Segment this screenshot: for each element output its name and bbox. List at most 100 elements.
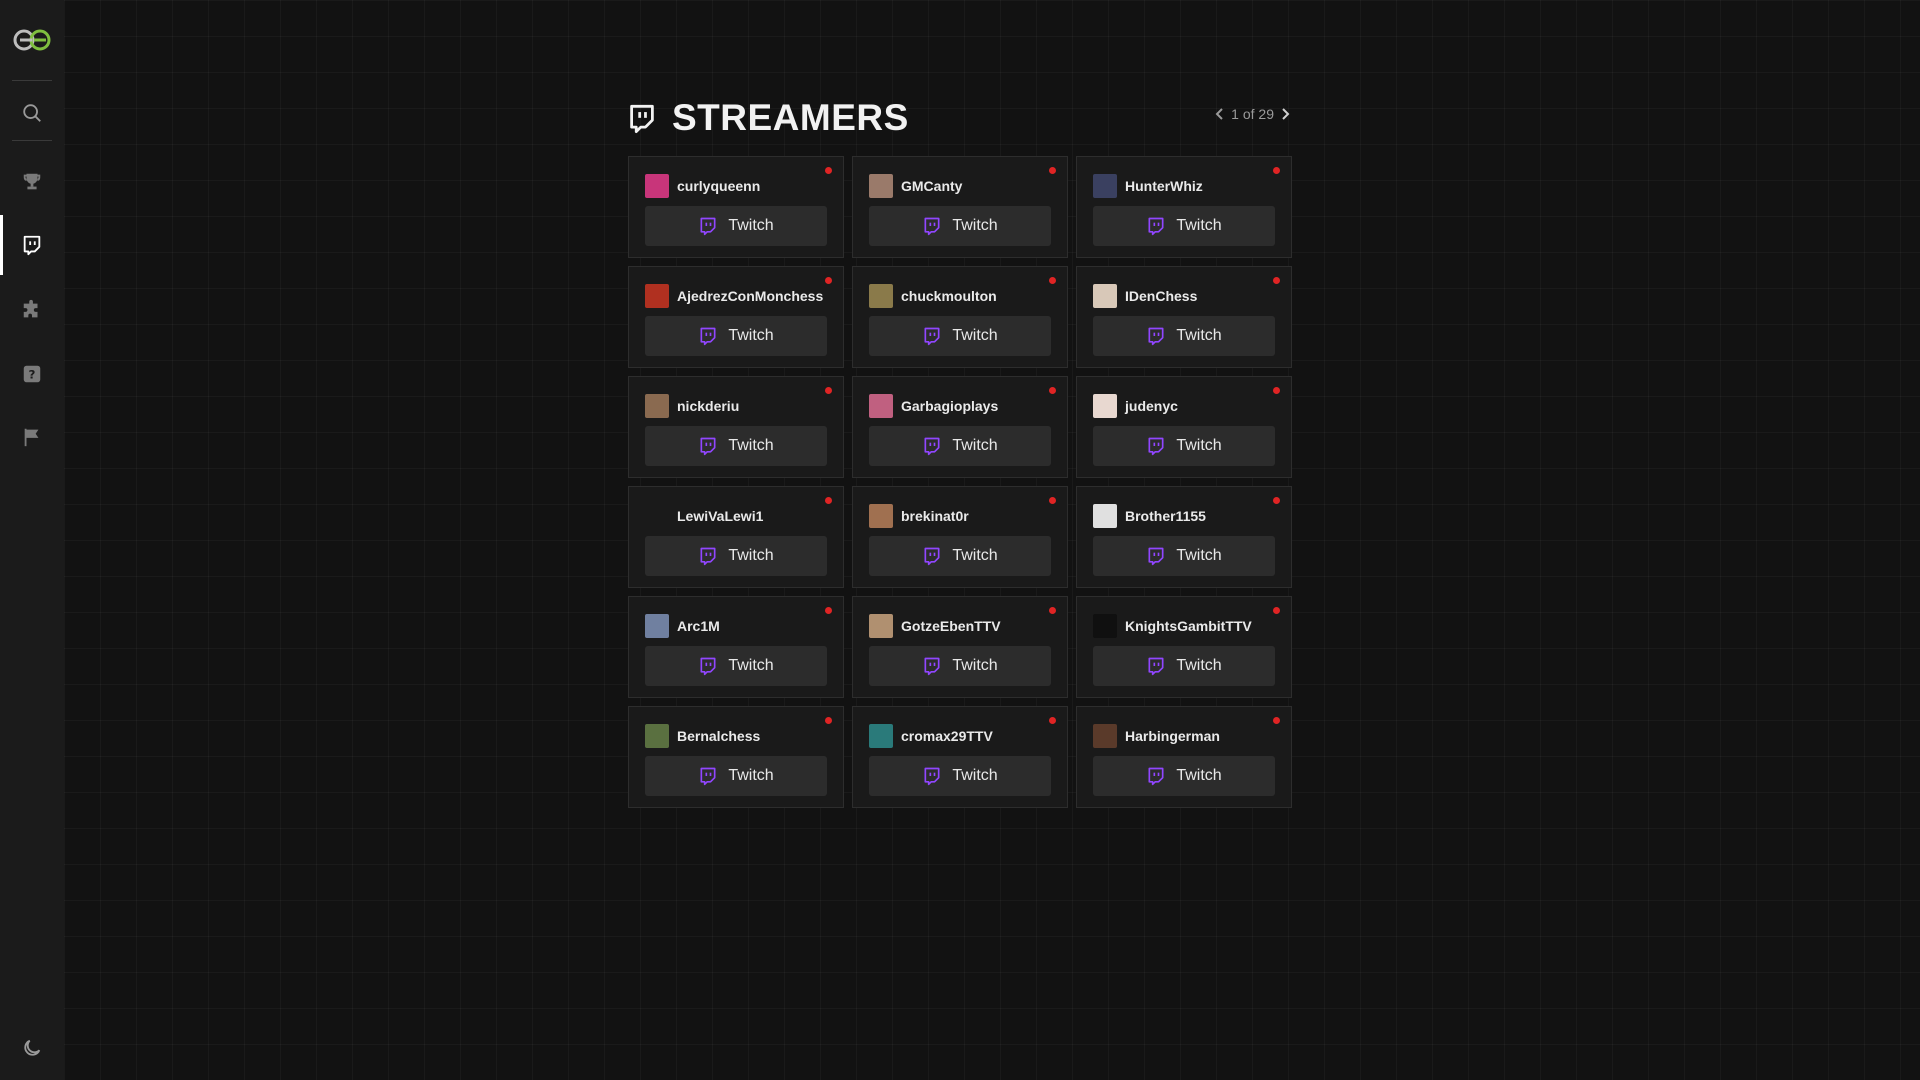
live-indicator (1049, 607, 1056, 614)
theme-toggle[interactable] (0, 1024, 64, 1072)
streamer-card: judenyc Twitch (1076, 376, 1292, 478)
twitch-button[interactable]: Twitch (1093, 756, 1275, 796)
pagination: 1 of 29 (1213, 106, 1292, 122)
streamer-link[interactable]: chuckmoulton (869, 284, 997, 308)
logo-icon[interactable] (12, 25, 52, 55)
twitch-icon (924, 437, 940, 456)
streamer-link[interactable]: Bernalchess (645, 724, 760, 748)
sidebar-item-puzzles[interactable] (0, 286, 64, 334)
twitch-button-label: Twitch (952, 437, 998, 454)
twitch-icon (700, 217, 716, 236)
live-indicator (1273, 717, 1280, 724)
sidebar-item-report[interactable] (0, 413, 64, 461)
sidebar-item-search[interactable] (0, 89, 64, 137)
chevron-left-icon[interactable] (1213, 107, 1227, 121)
avatar (1093, 724, 1117, 748)
twitch-button[interactable]: Twitch (869, 316, 1051, 356)
streamer-name: curlyqueenn (677, 178, 761, 194)
avatar (645, 174, 669, 198)
live-indicator (825, 167, 832, 174)
live-indicator (1273, 167, 1280, 174)
avatar (1093, 394, 1117, 418)
twitch-button[interactable]: Twitch (1093, 426, 1275, 466)
streamer-link[interactable]: KnightsGambitTTV (1093, 614, 1252, 638)
streamer-name: Brother1155 (1125, 508, 1206, 524)
avatar (645, 504, 669, 528)
twitch-button-label: Twitch (1176, 437, 1222, 454)
twitch-button[interactable]: Twitch (1093, 206, 1275, 246)
twitch-icon (924, 217, 940, 236)
twitch-icon (924, 657, 940, 676)
streamer-card: cromax29TTV Twitch (852, 706, 1068, 808)
streamer-link[interactable]: cromax29TTV (869, 724, 993, 748)
avatar (1093, 614, 1117, 638)
twitch-icon (924, 767, 940, 786)
twitch-button[interactable]: Twitch (645, 316, 827, 356)
twitch-button[interactable]: Twitch (645, 756, 827, 796)
page-header: STREAMERS 1 of 29 (628, 96, 1292, 140)
twitch-button[interactable]: Twitch (645, 536, 827, 576)
streamer-link[interactable]: Garbagioplays (869, 394, 998, 418)
streamer-link[interactable]: judenyc (1093, 394, 1178, 418)
twitch-button-label: Twitch (1176, 327, 1222, 344)
live-indicator (1273, 497, 1280, 504)
chevron-right-icon[interactable] (1278, 107, 1292, 121)
sidebar-item-trophy[interactable] (0, 158, 64, 206)
twitch-button[interactable]: Twitch (869, 646, 1051, 686)
twitch-icon (700, 437, 716, 456)
twitch-button[interactable]: Twitch (869, 206, 1051, 246)
twitch-button[interactable]: Twitch (869, 756, 1051, 796)
streamer-name: Harbingerman (1125, 728, 1220, 744)
streamer-name: HunterWhiz (1125, 178, 1203, 194)
live-indicator (825, 607, 832, 614)
streamer-card: IDenChess Twitch (1076, 266, 1292, 368)
streamer-link[interactable]: curlyqueenn (645, 174, 760, 198)
pagination-label: 1 of 29 (1231, 106, 1274, 122)
sidebar-item-help[interactable]: ? (0, 350, 64, 398)
streamer-grid: curlyqueenn Twitch GMCanty Twitch HunterWhiz… (628, 156, 1292, 808)
avatar (869, 614, 893, 638)
puzzle-icon (23, 299, 38, 318)
twitch-button[interactable]: Twitch (645, 646, 827, 686)
avatar (1093, 284, 1117, 308)
twitch-button[interactable]: Twitch (1093, 316, 1275, 356)
twitch-icon (700, 657, 716, 676)
streamer-card: AjedrezConMonchess Twitch (628, 266, 844, 368)
avatar (869, 504, 893, 528)
live-indicator (1273, 277, 1280, 284)
twitch-icon (630, 104, 654, 134)
twitch-button[interactable]: Twitch (869, 426, 1051, 466)
twitch-button-label: Twitch (1176, 657, 1222, 674)
twitch-button[interactable]: Twitch (1093, 536, 1275, 576)
live-indicator (825, 497, 832, 504)
streamer-link[interactable]: GotzeEbenTTV (869, 614, 1001, 638)
twitch-icon (700, 547, 716, 566)
streamer-link[interactable]: GMCanty (869, 174, 962, 198)
avatar (869, 284, 893, 308)
twitch-icon (1148, 437, 1164, 456)
streamer-link[interactable]: LewiVaLewi1 (645, 504, 763, 528)
avatar (645, 724, 669, 748)
streamer-link[interactable]: nickderiu (645, 394, 739, 418)
twitch-button[interactable]: Twitch (869, 536, 1051, 576)
streamer-link[interactable]: Harbingerman (1093, 724, 1220, 748)
streamer-link[interactable]: Brother1155 (1093, 504, 1206, 528)
avatar (869, 394, 893, 418)
twitch-button-label: Twitch (1176, 767, 1222, 784)
twitch-icon (1148, 657, 1164, 676)
streamer-link[interactable]: HunterWhiz (1093, 174, 1203, 198)
streamer-link[interactable]: Arc1M (645, 614, 720, 638)
streamer-link[interactable]: IDenChess (1093, 284, 1197, 308)
streamer-card: Arc1M Twitch (628, 596, 844, 698)
twitch-button[interactable]: Twitch (645, 426, 827, 466)
twitch-button[interactable]: Twitch (645, 206, 827, 246)
live-indicator (1273, 387, 1280, 394)
sidebar-divider (12, 80, 52, 81)
sidebar-item-streamers[interactable] (0, 215, 64, 275)
twitch-button[interactable]: Twitch (1093, 646, 1275, 686)
svg-text:?: ? (29, 368, 36, 382)
streamer-link[interactable]: AjedrezConMonchess (645, 284, 823, 308)
live-indicator (1049, 497, 1056, 504)
streamer-link[interactable]: brekinat0r (869, 504, 969, 528)
streamer-name: brekinat0r (901, 508, 969, 524)
